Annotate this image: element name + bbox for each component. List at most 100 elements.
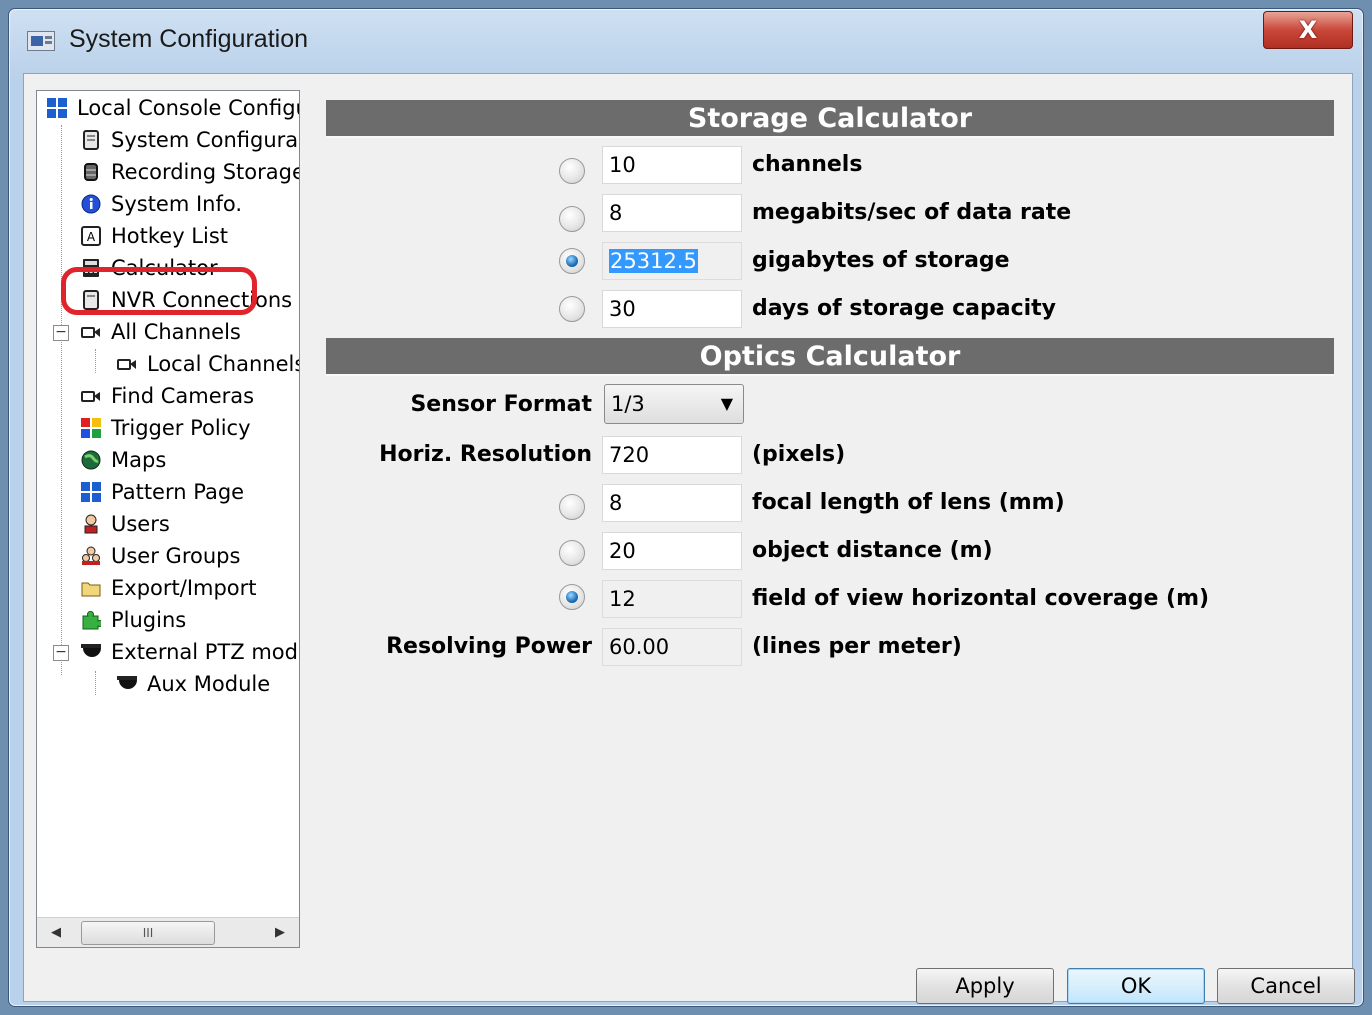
storage-gb-label: gigabytes of storage [752,248,1010,273]
optics-calculator-header: Optics Calculator [326,338,1334,376]
storage-days-radio[interactable] [559,296,585,322]
svg-text:A: A [87,230,96,244]
tree-item-label: Aux Module [147,672,271,696]
info-icon [81,194,101,214]
scroll-left-icon[interactable]: ◀ [51,925,61,940]
channels-input[interactable]: 10 [602,146,742,184]
grid-blue-icon [81,482,101,502]
data-rate-input[interactable]: 8 [602,194,742,232]
object-distance-radio[interactable] [559,540,585,566]
data-rate-label: megabits/sec of data rate [752,200,1072,225]
tree-item-system-info[interactable]: System Info. [81,189,242,219]
system-configuration-window: System Configuration X Local Console Con… [8,8,1364,1007]
tree-item-label: Maps [111,448,167,472]
tree-item-label: All Channels [111,320,241,344]
focal-length-label: focal length of lens (mm) [752,490,1065,515]
grid-blue-icon [47,98,67,118]
storage-days-label: days of storage capacity [752,296,1057,321]
sensor-format-label: Sensor Format [410,392,592,417]
tree-guide-line [95,349,96,373]
apply-button[interactable]: Apply [916,968,1054,1004]
database-icon [81,162,101,182]
tree-item-plugins[interactable]: Plugins [81,605,186,635]
tree-guide-line [95,671,96,695]
tree-item-users[interactable]: Users [81,509,170,539]
object-distance-input[interactable]: 20 [602,532,742,570]
tree-item-export-import[interactable]: Export/Import [81,573,257,603]
tree-item-trigger-policy[interactable]: Trigger Policy [81,413,251,443]
camera-icon [81,322,101,342]
calculator-highlight-annotation [61,267,257,315]
sensor-format-select[interactable]: 1/3 ▼ [604,384,744,424]
storage-days-input[interactable]: 30 [602,290,742,328]
storage-gb-input[interactable]: 25312.5 [602,242,742,280]
focal-length-radio[interactable] [559,494,585,520]
users-icon [81,546,101,566]
storage-calculator-header: Storage Calculator [326,100,1334,138]
dome-camera-icon [81,642,101,662]
tree-item-local-console[interactable]: Local Console Configu [47,93,300,123]
horizontal-scrollbar[interactable]: ◀ III ▶ [37,917,299,947]
tree-item-label: Local Console Configu [77,96,300,120]
ok-button[interactable]: OK [1067,968,1205,1004]
data-rate-radio[interactable] [559,206,585,232]
tree-item-label: Users [111,512,170,536]
tree-item-aux-module[interactable]: Aux Module [117,669,270,699]
tree-item-local-channels[interactable]: Local Channels [117,349,300,379]
tree-item-label: Find Cameras [111,384,255,408]
puzzle-icon [81,610,101,630]
window-title: System Configuration [69,25,309,53]
tree-item-user-groups[interactable]: User Groups [81,541,240,571]
collapse-toggle[interactable]: − [53,645,69,661]
keyboard-key-icon: A [81,226,101,246]
tree-item-label: Hotkey List [111,224,229,248]
tree-item-system-configuration[interactable]: System Configura [81,125,298,155]
tree-item-label: External PTZ mod [111,640,298,664]
close-button[interactable]: X [1263,11,1353,49]
tree-item-label: Pattern Page [111,480,245,504]
tree-item-recording-storage[interactable]: Recording Storage [81,157,300,187]
user-icon [81,514,101,534]
dialog-body: Local Console Configu System Configura R… [23,73,1355,1004]
server-icon [81,130,101,150]
channels-label: channels [752,152,863,177]
tree-item-all-channels[interactable]: All Channels [81,317,241,347]
storage-gb-radio[interactable] [559,248,585,274]
fov-coverage-input[interactable]: 12 [602,580,742,618]
selected-text: 25312.5 [609,249,698,273]
tree-item-label: System Configura [111,128,299,152]
tree-guide-line [61,125,62,675]
tree-item-pattern-page[interactable]: Pattern Page [81,477,244,507]
resolving-power-value: 60.00 [602,628,742,666]
tree-item-label: Local Channels [147,352,300,376]
horiz-resolution-unit: (pixels) [752,442,846,467]
app-window-icon [27,31,55,51]
focal-length-input[interactable]: 8 [602,484,742,522]
tree-item-label: Trigger Policy [111,416,251,440]
tree-item-label: Plugins [111,608,187,632]
color-grid-icon [81,418,101,438]
resolving-power-label: Resolving Power [386,634,592,659]
tree-item-maps[interactable]: Maps [81,445,166,475]
object-distance-label: object distance (m) [752,538,993,563]
folder-icon [81,578,101,598]
tree-item-label: System Info. [111,192,243,216]
tree-item-external-ptz[interactable]: External PTZ mod [81,637,298,667]
scroll-thumb[interactable]: III [81,921,215,945]
tree-item-label: Export/Import [111,576,257,600]
tree-item-find-cameras[interactable]: Find Cameras [81,381,254,411]
navigation-tree[interactable]: Local Console Configu System Configura R… [36,90,300,948]
channels-radio[interactable] [559,158,585,184]
title-bar[interactable]: System Configuration X [9,9,1363,71]
resolving-power-unit: (lines per meter) [752,634,962,659]
horiz-resolution-input[interactable]: 720 [602,436,742,474]
dome-camera-icon [117,674,137,694]
horiz-resolution-label: Horiz. Resolution [379,442,592,467]
collapse-toggle[interactable]: − [53,325,69,341]
fov-coverage-radio[interactable] [559,584,585,610]
cancel-button[interactable]: Cancel [1217,968,1355,1004]
camera-icon [117,354,137,374]
tree-item-hotkey-list[interactable]: A Hotkey List [81,221,228,251]
tree-item-label: Recording Storage [111,160,300,184]
scroll-right-icon[interactable]: ▶ [275,925,285,940]
